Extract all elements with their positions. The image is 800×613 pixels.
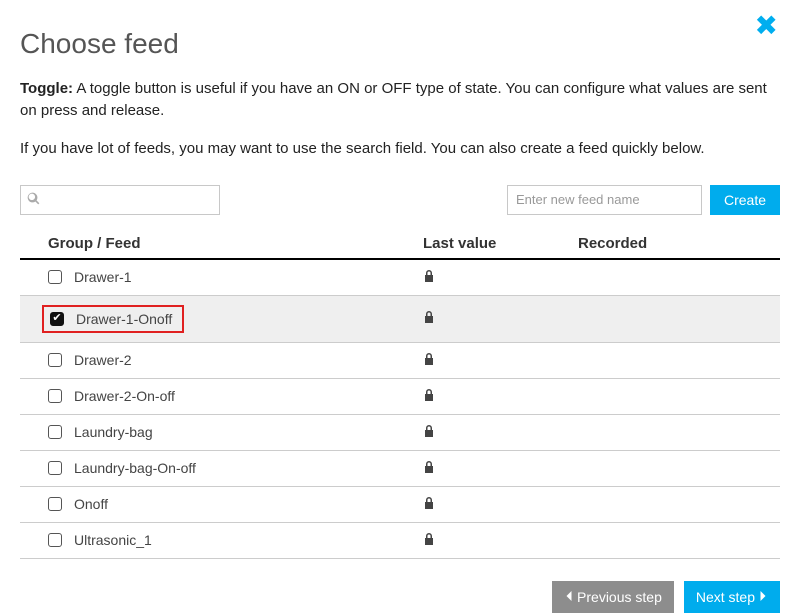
feed-name: Drawer-1-Onoff xyxy=(76,311,172,327)
feed-name: Laundry-bag xyxy=(74,424,153,440)
page-title: Choose feed xyxy=(20,28,780,60)
feed-name: Drawer-1 xyxy=(74,269,132,285)
table-row[interactable]: Onoff xyxy=(20,487,780,523)
col-header-group: Group / Feed xyxy=(48,235,423,252)
feed-name: Ultrasonic_1 xyxy=(74,532,152,548)
table-row[interactable]: Drawer-1 xyxy=(20,260,780,296)
lock-icon xyxy=(423,460,435,477)
checkbox-icon[interactable] xyxy=(48,270,62,284)
checkbox-icon[interactable] xyxy=(48,353,62,367)
feed-name: Drawer-2-On-off xyxy=(74,388,175,404)
feed-name: Onoff xyxy=(74,496,108,512)
col-header-recorded: Recorded xyxy=(578,235,780,252)
description: Toggle: A toggle button is useful if you… xyxy=(20,78,780,122)
table-row[interactable]: Ultrasonic_1 xyxy=(20,523,780,559)
table-row[interactable]: Drawer-2 xyxy=(20,343,780,379)
search-input[interactable] xyxy=(20,185,220,215)
lock-icon xyxy=(423,496,435,513)
table-row[interactable]: ✔ Drawer-1-Onoff xyxy=(20,296,780,343)
lock-icon xyxy=(423,269,435,286)
table-row[interactable]: Laundry-bag xyxy=(20,415,780,451)
lock-icon xyxy=(423,388,435,405)
checkbox-icon[interactable] xyxy=(48,389,62,403)
description-label: Toggle: xyxy=(20,80,73,97)
table-row[interactable]: Laundry-bag-On-off xyxy=(20,451,780,487)
checkbox-icon[interactable] xyxy=(48,497,62,511)
feed-name: Drawer-2 xyxy=(74,352,132,368)
new-feed-input[interactable] xyxy=(507,185,702,215)
description-text: A toggle button is useful if you have an… xyxy=(20,80,767,119)
lock-icon xyxy=(423,424,435,441)
search-icon xyxy=(27,192,40,208)
feeds-table: Group / Feed Last value Recorded Drawer-… xyxy=(20,229,780,559)
checkbox-icon[interactable] xyxy=(48,533,62,547)
feed-name: Laundry-bag-On-off xyxy=(74,460,196,476)
col-header-last: Last value xyxy=(423,235,578,252)
lock-icon xyxy=(423,352,435,369)
lock-icon xyxy=(423,310,435,327)
lock-icon xyxy=(423,532,435,549)
hint-text: If you have lot of feeds, you may want t… xyxy=(20,140,780,157)
checkbox-icon[interactable]: ✔ xyxy=(50,312,64,326)
checkbox-icon[interactable] xyxy=(48,461,62,475)
close-icon[interactable]: ✖ xyxy=(755,12,778,40)
create-button[interactable]: Create xyxy=(710,185,780,215)
checkbox-icon[interactable] xyxy=(48,425,62,439)
table-row[interactable]: Drawer-2-On-off xyxy=(20,379,780,415)
